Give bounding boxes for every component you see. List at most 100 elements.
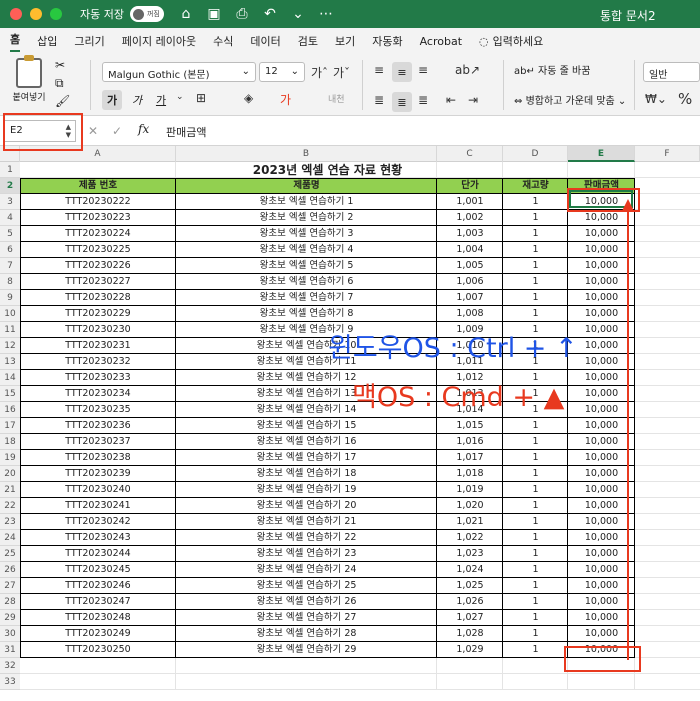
table-cell[interactable]: 1 (503, 530, 568, 546)
tell-me-search[interactable]: ◌ 입력하세요 (479, 33, 543, 49)
align-middle-icon[interactable]: ≡ (392, 62, 412, 82)
table-cell[interactable]: 10,000 (568, 610, 635, 626)
tab-acrobat[interactable]: Acrobat (420, 35, 462, 48)
table-cell[interactable]: 10,000 (568, 338, 635, 354)
table-cell[interactable]: TTT20230242 (20, 514, 176, 530)
tab-formulas[interactable]: 수식 (213, 33, 233, 49)
table-cell[interactable]: 왕초보 엑셀 연습하기 1 (176, 194, 437, 210)
underline-button[interactable]: 가 (150, 90, 172, 110)
table-cell[interactable]: TTT20230234 (20, 386, 176, 402)
tab-page-layout[interactable]: 페이지 레이아웃 (122, 33, 196, 49)
table-cell[interactable]: 1 (503, 562, 568, 578)
table-cell[interactable]: 10,000 (568, 418, 635, 434)
row-header[interactable]: 25 (0, 546, 20, 562)
row-header[interactable]: 1 (0, 162, 20, 178)
row-header[interactable]: 8 (0, 274, 20, 290)
table-cell[interactable]: TTT20230225 (20, 242, 176, 258)
table-cell[interactable]: 1,020 (437, 498, 503, 514)
table-cell[interactable]: 1 (503, 482, 568, 498)
table-cell[interactable]: TTT20230248 (20, 610, 176, 626)
header-cell-c[interactable]: 단가 (437, 178, 503, 194)
row-header[interactable]: 13 (0, 354, 20, 370)
table-cell[interactable]: 10,000 (568, 386, 635, 402)
tab-draw[interactable]: 그리기 (74, 33, 104, 49)
table-cell[interactable]: 1 (503, 226, 568, 242)
table-cell[interactable]: 1 (503, 210, 568, 226)
increase-indent-icon[interactable]: ⇥ (468, 93, 478, 107)
table-cell[interactable]: TTT20230238 (20, 450, 176, 466)
fill-color-icon[interactable]: ◈ (244, 91, 253, 105)
row-header[interactable]: 21 (0, 482, 20, 498)
autosave-toggle[interactable]: 꺼짐 (129, 6, 164, 22)
table-cell[interactable]: 1,025 (437, 578, 503, 594)
sheet-title-cell[interactable]: 2023년 엑셀 연습 자료 현황 (20, 162, 635, 178)
row-header[interactable]: 11 (0, 322, 20, 338)
table-cell[interactable]: 10,000 (568, 546, 635, 562)
column-header-b[interactable]: B (176, 146, 437, 162)
table-cell[interactable]: 10,000 (568, 514, 635, 530)
row-header[interactable]: 22 (0, 498, 20, 514)
table-cell[interactable]: TTT20230243 (20, 530, 176, 546)
table-cell[interactable]: 10,000 (568, 290, 635, 306)
table-cell[interactable]: TTT20230241 (20, 498, 176, 514)
table-cell[interactable]: TTT20230240 (20, 482, 176, 498)
table-cell[interactable]: 1 (503, 498, 568, 514)
table-cell[interactable]: 1,006 (437, 274, 503, 290)
table-cell[interactable]: TTT20230244 (20, 546, 176, 562)
table-cell[interactable]: 1,015 (437, 418, 503, 434)
phonetic-icon[interactable]: 내천 (328, 92, 345, 105)
table-cell[interactable]: 왕초보 엑셀 연습하기 15 (176, 418, 437, 434)
table-cell[interactable]: 1 (503, 610, 568, 626)
percent-button[interactable]: % (678, 90, 692, 108)
table-cell[interactable]: 1 (503, 290, 568, 306)
orientation-icon[interactable]: ab↗ (455, 63, 480, 77)
table-cell[interactable]: 10,000 (568, 450, 635, 466)
table-cell[interactable]: 1,007 (437, 290, 503, 306)
row-header[interactable]: 19 (0, 450, 20, 466)
table-cell[interactable]: 1,022 (437, 530, 503, 546)
font-name-select[interactable]: Malgun Gothic (본문) ⌄ (102, 62, 256, 82)
row-header[interactable]: 2 (0, 178, 20, 194)
table-cell[interactable]: 1,024 (437, 562, 503, 578)
increase-font-icon[interactable]: 가ˆ (311, 64, 328, 81)
table-cell[interactable]: 1 (503, 274, 568, 290)
row-header[interactable]: 3 (0, 194, 20, 210)
worksheet-grid[interactable]: ABCDEF 1 2 3 4 5 6 7 8 9 10 11 12 13 14 15 16 17 18 19 20 21… (0, 146, 700, 701)
table-cell[interactable]: 왕초보 엑셀 연습하기 5 (176, 258, 437, 274)
table-cell[interactable]: 10,000 (568, 626, 635, 642)
align-top-icon[interactable]: ≡ (374, 63, 384, 77)
minimize-window-button[interactable] (30, 8, 42, 20)
table-cell[interactable]: 1 (503, 194, 568, 210)
table-cell[interactable]: 왕초보 엑셀 연습하기 29 (176, 642, 437, 658)
row-header[interactable]: 23 (0, 514, 20, 530)
row-header[interactable]: 15 (0, 386, 20, 402)
table-cell[interactable]: TTT20230222 (20, 194, 176, 210)
table-cell[interactable]: 1 (503, 466, 568, 482)
table-cell[interactable]: 10,000 (568, 530, 635, 546)
row-header[interactable]: 10 (0, 306, 20, 322)
more-icon[interactable]: ⋯ (318, 6, 334, 22)
tab-data[interactable]: 데이터 (250, 33, 280, 49)
table-cell[interactable]: TTT20230250 (20, 642, 176, 658)
row-header[interactable]: 33 (0, 674, 20, 690)
table-cell[interactable]: 1,017 (437, 450, 503, 466)
table-cell[interactable]: 10,000 (568, 242, 635, 258)
table-cell[interactable]: TTT20230230 (20, 322, 176, 338)
table-cell[interactable]: TTT20230229 (20, 306, 176, 322)
table-cell[interactable]: 1,021 (437, 514, 503, 530)
table-cell[interactable]: 왕초보 엑셀 연습하기 7 (176, 290, 437, 306)
currency-icon[interactable]: ₩⌄ (645, 92, 667, 106)
table-cell[interactable]: TTT20230247 (20, 594, 176, 610)
table-cell[interactable]: 1,001 (437, 194, 503, 210)
column-header-c[interactable]: C (437, 146, 503, 162)
table-cell[interactable]: 1 (503, 434, 568, 450)
chevron-down-icon[interactable]: ⌄ (290, 6, 306, 22)
sheet-cells[interactable]: 2023년 엑셀 연습 자료 현황 제품 번호 제품명 단가 재고량 판매금액 TTT202… (20, 162, 700, 701)
row-header[interactable]: 5 (0, 226, 20, 242)
table-cell[interactable]: 10,000 (568, 210, 635, 226)
table-cell[interactable]: 왕초보 엑셀 연습하기 4 (176, 242, 437, 258)
table-cell[interactable]: 1,018 (437, 466, 503, 482)
table-cell[interactable]: 1,026 (437, 594, 503, 610)
copy-icon[interactable]: ⧉ (55, 76, 64, 91)
table-cell[interactable]: TTT20230227 (20, 274, 176, 290)
